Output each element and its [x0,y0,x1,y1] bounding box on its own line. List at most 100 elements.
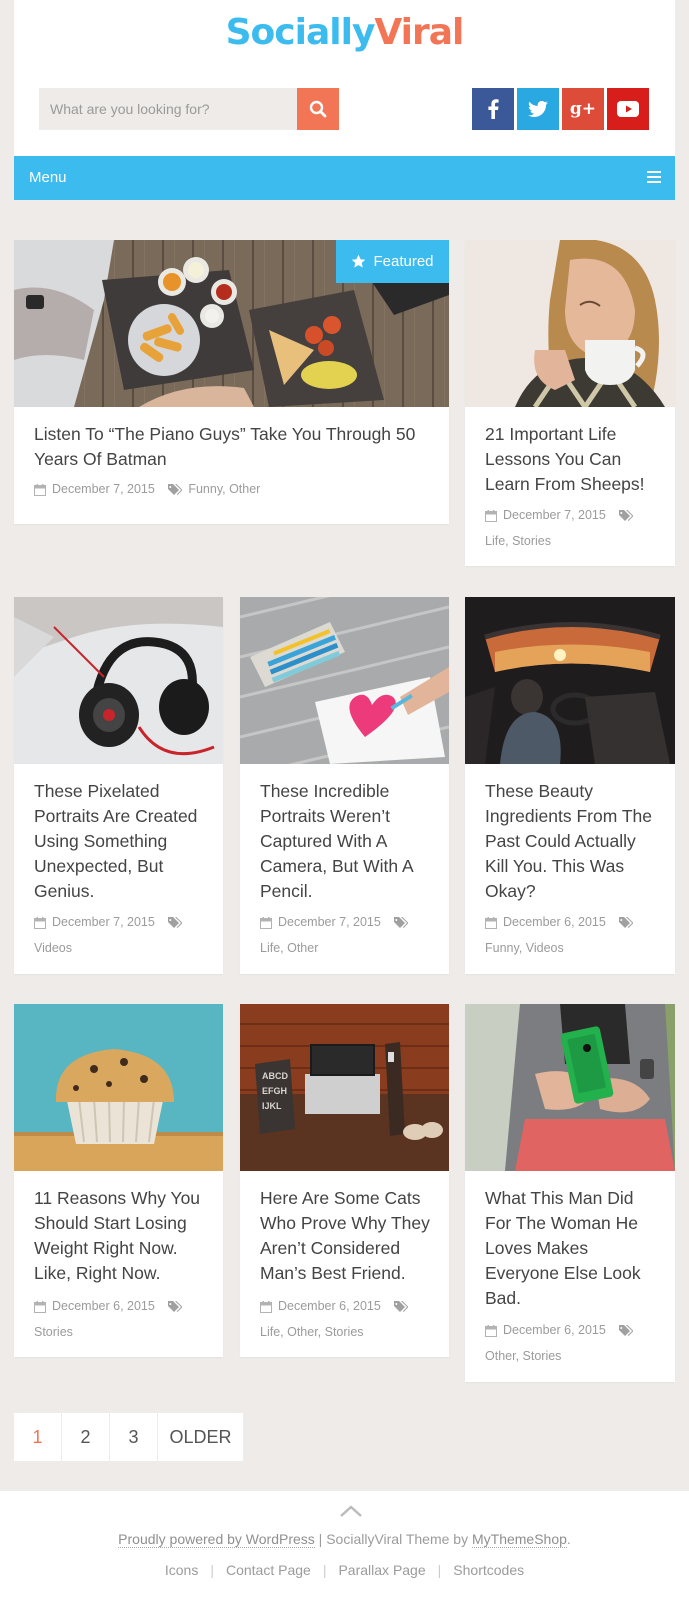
post-thumbnail-food[interactable]: Featured [14,240,449,407]
post-date: December 6, 2015 [503,915,606,929]
post-categories[interactable]: Funny, Other [188,482,260,496]
google-plus-icon: g+ [569,99,597,119]
footer-nav: Icons | Contact Page | Parallax Page | Shortco… [0,1562,689,1578]
post-title[interactable]: 11 Reasons Why You Should Start Losing W… [34,1186,211,1286]
page-3-link[interactable]: 3 [110,1413,158,1461]
post-date: December 6, 2015 [52,1299,155,1313]
search-input[interactable] [39,88,297,130]
post-thumbnail-muffin[interactable] [14,1004,223,1171]
logo-part-viral: Viral [374,12,464,53]
google-plus-button[interactable]: g+ [562,88,604,130]
back-to-top-button[interactable] [339,1504,363,1523]
post-card[interactable]: 11 Reasons Why You Should Start Losing W… [14,1004,223,1357]
youtube-icon [617,101,639,117]
post-title[interactable]: These Beauty Ingredients From The Past C… [485,779,663,904]
calendar-icon [485,509,497,522]
wordpress-link[interactable]: Proudly powered by WordPress [118,1531,315,1548]
older-posts-link[interactable]: OLDER [158,1413,244,1461]
post-thumbnail-man-phone[interactable] [465,1004,675,1171]
post-meta: December 7, 2015 Funny, Other [34,476,437,502]
post-title[interactable]: Here Are Some Cats Who Prove Why They Ar… [260,1186,437,1286]
muffin-image [14,1004,223,1171]
footer-link-icons[interactable]: Icons [153,1562,210,1578]
post-card[interactable]: These Incredible Portraits Weren’t Captu… [240,597,449,974]
site-header: SociallyViral g+ [14,0,675,156]
post-thumbnail-heart-drawing[interactable] [240,597,449,764]
chevron-up-icon [340,1505,362,1517]
search-form [39,88,339,130]
hamburger-icon[interactable] [647,171,661,183]
page-2-link[interactable]: 2 [62,1413,110,1461]
post-categories[interactable]: Life, Stories [485,534,551,548]
post-title[interactable]: 21 Important Life Lessons You Can Learn … [485,422,663,497]
post-categories[interactable]: Other, Stories [485,1349,561,1363]
post-thumbnail-woman-coffee[interactable] [465,240,675,407]
post-date: December 7, 2015 [52,482,155,496]
car-interior-image [465,597,675,764]
post-categories[interactable]: Stories [34,1325,73,1339]
facebook-button[interactable] [472,88,514,130]
post-title[interactable]: These Incredible Portraits Weren’t Captu… [260,779,437,904]
post-thumbnail-headphones[interactable] [14,597,223,764]
svg-text:EFGH: EFGH [262,1086,287,1096]
credit-separator: | [314,1531,327,1547]
logo-part-socially: Socially [225,12,376,53]
site-logo[interactable]: SociallyViral [14,12,675,53]
man-with-phone-image [465,1004,675,1171]
post-date: December 7, 2015 [52,915,155,929]
mythemeshop-link[interactable]: MyThemeShop [471,1531,567,1548]
post-card[interactable]: These Pixelated Portraits Are Created Us… [14,597,223,974]
post-date: December 7, 2015 [278,915,381,929]
post-title[interactable]: These Pixelated Portraits Are Created Us… [34,779,211,904]
heart-drawing-image [240,597,449,764]
post-date: December 6, 2015 [278,1299,381,1313]
post-card[interactable]: ABCD EFGH IJKL Here Are Some Cats Who Prov… [240,1004,449,1357]
tags-icon [168,1300,183,1312]
post-meta: December 7, 2015 Life, Stories [485,502,663,554]
post-date: December 7, 2015 [503,508,606,522]
theme-credit-text: SociallyViral Theme by [326,1531,472,1547]
tags-icon [619,509,634,521]
main-menu-bar[interactable]: Menu [14,156,675,200]
post-card[interactable]: These Beauty Ingredients From The Past C… [465,597,675,974]
post-meta: December 6, 2015 Other, Stories [485,1317,663,1369]
calendar-icon [260,1300,272,1313]
twitter-icon [528,101,548,117]
laptop-on-sofa-image: ABCD EFGH IJKL [240,1004,449,1171]
svg-text:IJKL: IJKL [262,1101,282,1111]
footer-link-shortcodes[interactable]: Shortcodes [441,1562,536,1578]
svg-text:ABCD: ABCD [262,1071,288,1081]
tags-icon [394,1300,409,1312]
post-card[interactable]: 21 Important Life Lessons You Can Learn … [465,240,675,566]
post-meta: December 6, 2015 Funny, Videos [485,909,663,961]
post-categories[interactable]: Videos [34,941,72,955]
post-card[interactable]: What This Man Did For The Woman He Loves… [465,1004,675,1382]
tags-icon [394,916,409,928]
footer-credit: Proudly powered by WordPress | SociallyV… [0,1531,689,1548]
page-1-link[interactable]: 1 [14,1413,62,1461]
social-links: g+ [472,88,649,130]
post-meta: December 6, 2015 Life, Other, Stories [260,1293,437,1345]
pagination: 1 2 3 OLDER [14,1413,244,1461]
tags-icon [168,916,183,928]
post-categories[interactable]: Life, Other, Stories [260,1325,364,1339]
post-title[interactable]: What This Man Did For The Woman He Loves… [485,1186,663,1311]
footer-link-contact[interactable]: Contact Page [214,1562,323,1578]
post-thumbnail-car-interior[interactable] [465,597,675,764]
post-meta: December 6, 2015 Stories [34,1293,211,1345]
site-footer: Proudly powered by WordPress | SociallyV… [0,1491,689,1609]
credit-period: . [566,1531,571,1547]
post-title[interactable]: Listen To “The Piano Guys” Take You Thro… [34,422,437,472]
headphones-image [14,597,223,764]
post-categories[interactable]: Life, Other [260,941,318,955]
tags-icon [619,1324,634,1336]
search-button[interactable] [297,88,339,130]
twitter-button[interactable] [517,88,559,130]
youtube-button[interactable] [607,88,649,130]
woman-drinking-coffee-image [465,240,675,407]
post-thumbnail-laptop-sofa[interactable]: ABCD EFGH IJKL [240,1004,449,1171]
post-card-featured[interactable]: Featured Listen To “The Piano Guys” Take… [14,240,449,524]
footer-link-parallax[interactable]: Parallax Page [326,1562,437,1578]
calendar-icon [485,1324,497,1337]
post-categories[interactable]: Funny, Videos [485,941,564,955]
